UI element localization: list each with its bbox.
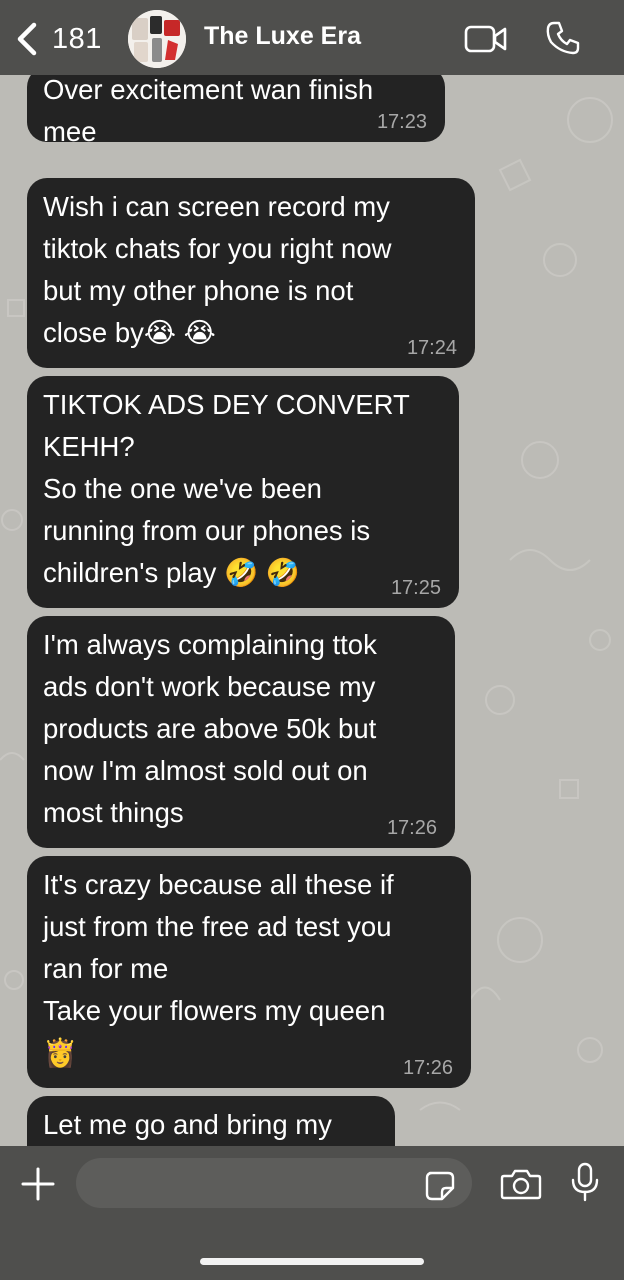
video-call-icon	[464, 25, 507, 53]
microphone-button[interactable]	[570, 1162, 600, 1207]
message-list[interactable]: Over excitement wan finish mee 17:23 Wis…	[0, 75, 624, 1146]
message-time: 17:26	[402, 1057, 453, 1079]
attach-button[interactable]	[20, 1166, 56, 1207]
message-text: TIKTOK ADS DEY CONVERT KEHH? So the one …	[43, 389, 410, 588]
group-avatar-image	[128, 10, 186, 68]
message-text: It's crazy because all these if just fro…	[43, 869, 394, 1068]
back-button[interactable]: 181	[12, 18, 132, 60]
chat-title[interactable]: The Luxe Era	[204, 22, 361, 51]
message-bubble[interactable]: Over excitement wan finish mee 17:23	[27, 75, 445, 147]
phone-call-icon	[546, 21, 580, 55]
message-bubble[interactable]: It's crazy because all these if just fro…	[27, 856, 471, 1088]
video-call-button[interactable]	[464, 24, 508, 59]
microphone-icon	[571, 1162, 599, 1202]
camera-icon	[500, 1169, 542, 1200]
sticker-button[interactable]	[424, 1170, 456, 1207]
chat-header: 181 The Luxe Era	[0, 0, 624, 75]
message-bubble[interactable]: Let me go and bring my	[27, 1096, 395, 1146]
message-bubble[interactable]: TIKTOK ADS DEY CONVERT KEHH? So the one …	[27, 376, 459, 608]
sticker-icon	[425, 1171, 455, 1201]
message-text: Over excitement wan finish mee	[43, 75, 374, 147]
message-time: 17:23	[376, 111, 427, 133]
chevron-left-icon	[17, 22, 37, 56]
message-text: Let me go and bring my	[43, 1109, 332, 1140]
camera-button[interactable]	[500, 1166, 542, 1207]
unread-count: 181	[52, 22, 102, 55]
message-time: 17:25	[390, 577, 441, 599]
message-input[interactable]	[76, 1158, 472, 1208]
avatar[interactable]	[128, 10, 186, 68]
message-bubble[interactable]: Wish i can screen record my tiktok chats…	[27, 178, 475, 368]
voice-call-button[interactable]	[545, 20, 581, 61]
message-time: 17:24	[406, 337, 457, 359]
home-indicator[interactable]	[200, 1258, 424, 1265]
plus-icon	[21, 1167, 55, 1201]
message-text: I'm always complaining ttok ads don't wo…	[43, 629, 377, 828]
message-time: 17:26	[386, 817, 437, 839]
message-bubble[interactable]: I'm always complaining ttok ads don't wo…	[27, 616, 455, 848]
message-text: Wish i can screen record my tiktok chats…	[43, 191, 392, 348]
composer-bar	[0, 1146, 624, 1280]
